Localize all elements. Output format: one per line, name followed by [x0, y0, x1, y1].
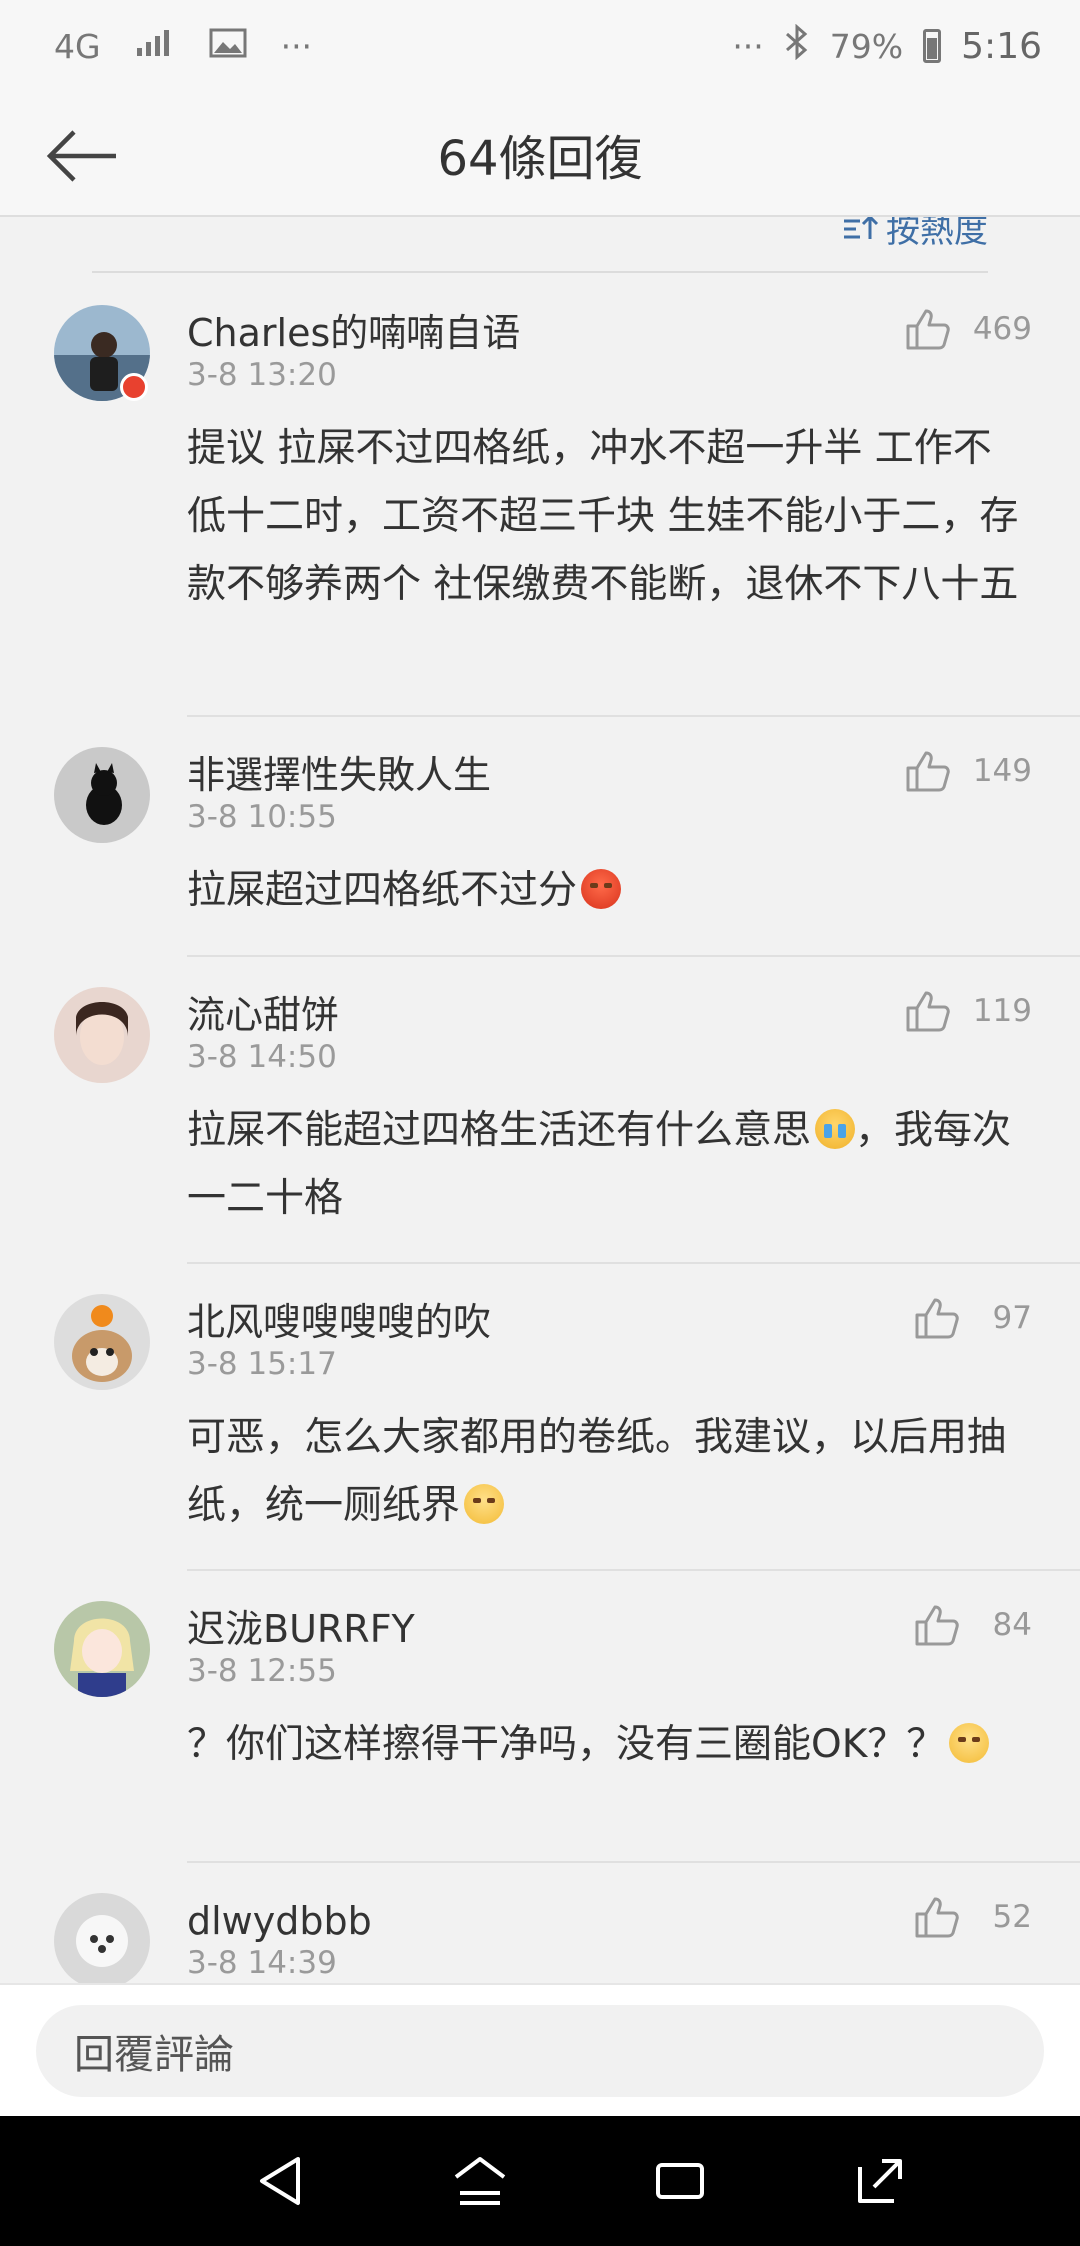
comment-item: 北风嗖嗖嗖嗖的吹 3-8 15:17 可恶，怎么大家都用的卷纸。我建议，以后用抽… — [0, 1264, 1080, 1571]
comment-list: Charles的喃喃自语 3-8 13:20 提议 拉屎不过四格纸，冲水不超一升… — [0, 275, 1080, 1983]
like-button[interactable]: 149 — [905, 749, 1032, 793]
sort-label: 按熱度 — [886, 217, 988, 251]
image-icon — [209, 27, 247, 66]
comment-text-content: 拉屎不能超过四格生活还有什么意思 — [187, 1108, 812, 1153]
like-button[interactable]: 119 — [905, 989, 1032, 1033]
comment-date: 3-8 14:50 — [187, 1039, 337, 1075]
like-count: 119 — [972, 993, 1032, 1029]
comment-text: 可恶，怎么大家都用的卷纸。我建议，以后用抽纸，统一厕纸界 — [187, 1404, 1044, 1558]
nav-expand-button[interactable] — [840, 2141, 920, 2221]
like-button[interactable]: 469 — [905, 307, 1032, 351]
comment-text: 拉屎不能超过四格生活还有什么意思 ，我每次一二十格 — [187, 1097, 1044, 1251]
avatar[interactable] — [54, 747, 150, 843]
nav-back-button[interactable] — [240, 2141, 320, 2221]
reply-bar: 回覆評論 — [0, 1983, 1080, 2116]
comment-item: 迟泷BURRFY 3-8 12:55 ？你们这样擦得干净吗，没有三圈能OK？？ … — [0, 1571, 1080, 1863]
top-bar: 64條回復 — [0, 92, 1080, 217]
thumbs-up-icon — [906, 991, 950, 1032]
sleepy-emoji-icon — [464, 1484, 505, 1524]
triangle-back-icon — [260, 2157, 300, 2205]
comment-date: 3-8 15:17 — [187, 1346, 337, 1382]
comment-item: 流心甜饼 3-8 14:50 拉屎不能超过四格生活还有什么意思 ，我每次一二十格 … — [0, 957, 1080, 1264]
comment-text-content: 可恶，怎么大家都用的卷纸。我建议，以后用抽纸，统一厕纸界 — [187, 1415, 1007, 1528]
like-count: 469 — [972, 311, 1032, 347]
bluetooth-icon — [784, 23, 810, 68]
recents-icon — [656, 2163, 704, 2199]
thumbs-up-icon — [906, 309, 950, 350]
signal-icon — [135, 27, 175, 66]
confused-emoji-icon — [949, 1723, 990, 1763]
thumbs-up-icon — [915, 1605, 959, 1646]
nav-recents-button[interactable] — [640, 2141, 720, 2221]
like-count: 84 — [992, 1607, 1032, 1643]
status-right: ··· 79% 5:16 — [732, 23, 1042, 68]
nav-home-button[interactable] — [440, 2141, 520, 2221]
battery-percent: 79% — [829, 26, 904, 66]
comment-date: 3-8 13:20 — [187, 357, 337, 393]
angry-emoji-icon — [581, 869, 622, 909]
status-bar: 4G ··· ··· 79% 5:16 — [0, 0, 1080, 92]
comment-text: 提议 拉屎不过四格纸，冲水不超一升半 工作不低十二时，工资不超三千块 生娃不能小… — [187, 426, 1019, 607]
back-button[interactable] — [40, 114, 124, 198]
home-icon — [454, 2157, 506, 2205]
back-arrow-icon — [46, 130, 116, 182]
avatar[interactable] — [54, 1294, 150, 1390]
status-left: 4G ··· — [54, 27, 312, 66]
like-count: 52 — [992, 1899, 1032, 1935]
network-indicator: 4G — [54, 26, 101, 66]
like-button[interactable]: 84 — [914, 1603, 1032, 1647]
comment-date: 3-8 12:55 — [187, 1653, 337, 1689]
avatar[interactable] — [54, 987, 150, 1083]
comment-item: 非選擇性失敗人生 3-8 10:55 拉屎超过四格纸不过分 149 — [0, 717, 1080, 957]
comment-text: 拉屎超过四格纸不过分 — [187, 857, 1044, 943]
comment-text: ？你们这样擦得干净吗，没有三圈能OK？？ — [187, 1711, 1044, 1797]
page-title: 64條回復 — [437, 130, 643, 187]
comment-text-content: 拉屎超过四格纸不过分 — [187, 868, 578, 913]
system-nav-bar — [0, 2116, 1080, 2246]
avatar[interactable] — [54, 1601, 150, 1697]
expand-icon — [858, 2159, 902, 2203]
comment-item: Charles的喃喃自语 3-8 13:20 提议 拉屎不过四格纸，冲水不超一升… — [0, 275, 1080, 717]
comment-text-content: ？你们这样擦得干净吗，没有三圈能OK？？ — [187, 1722, 946, 1767]
sort-row: 按熱度 — [92, 217, 988, 273]
sort-by-popularity-button[interactable]: 按熱度 — [842, 217, 988, 252]
more-notifications-icon: ··· — [280, 26, 313, 66]
comment-date: 3-8 10:55 — [187, 799, 337, 835]
more-status-icon: ··· — [732, 26, 764, 66]
verified-badge-icon — [120, 373, 148, 401]
thumbs-up-icon — [915, 1298, 959, 1339]
reply-input[interactable]: 回覆評論 — [36, 2005, 1044, 2097]
like-button[interactable]: 97 — [914, 1296, 1032, 1340]
clock: 5:16 — [961, 25, 1042, 67]
comment-item: dlwydbbb 3-8 14:39 52 — [0, 1863, 1080, 1983]
crying-emoji-icon — [815, 1109, 856, 1149]
avatar[interactable] — [54, 1893, 150, 1983]
comment-date: 3-8 14:39 — [187, 1945, 337, 1981]
like-count: 149 — [972, 753, 1032, 789]
battery-icon — [923, 29, 942, 63]
thumbs-up-icon — [915, 1897, 959, 1938]
like-count: 97 — [992, 1300, 1032, 1336]
thumbs-up-icon — [906, 751, 950, 792]
like-button[interactable]: 52 — [914, 1895, 1032, 1939]
sort-icon — [844, 217, 879, 239]
